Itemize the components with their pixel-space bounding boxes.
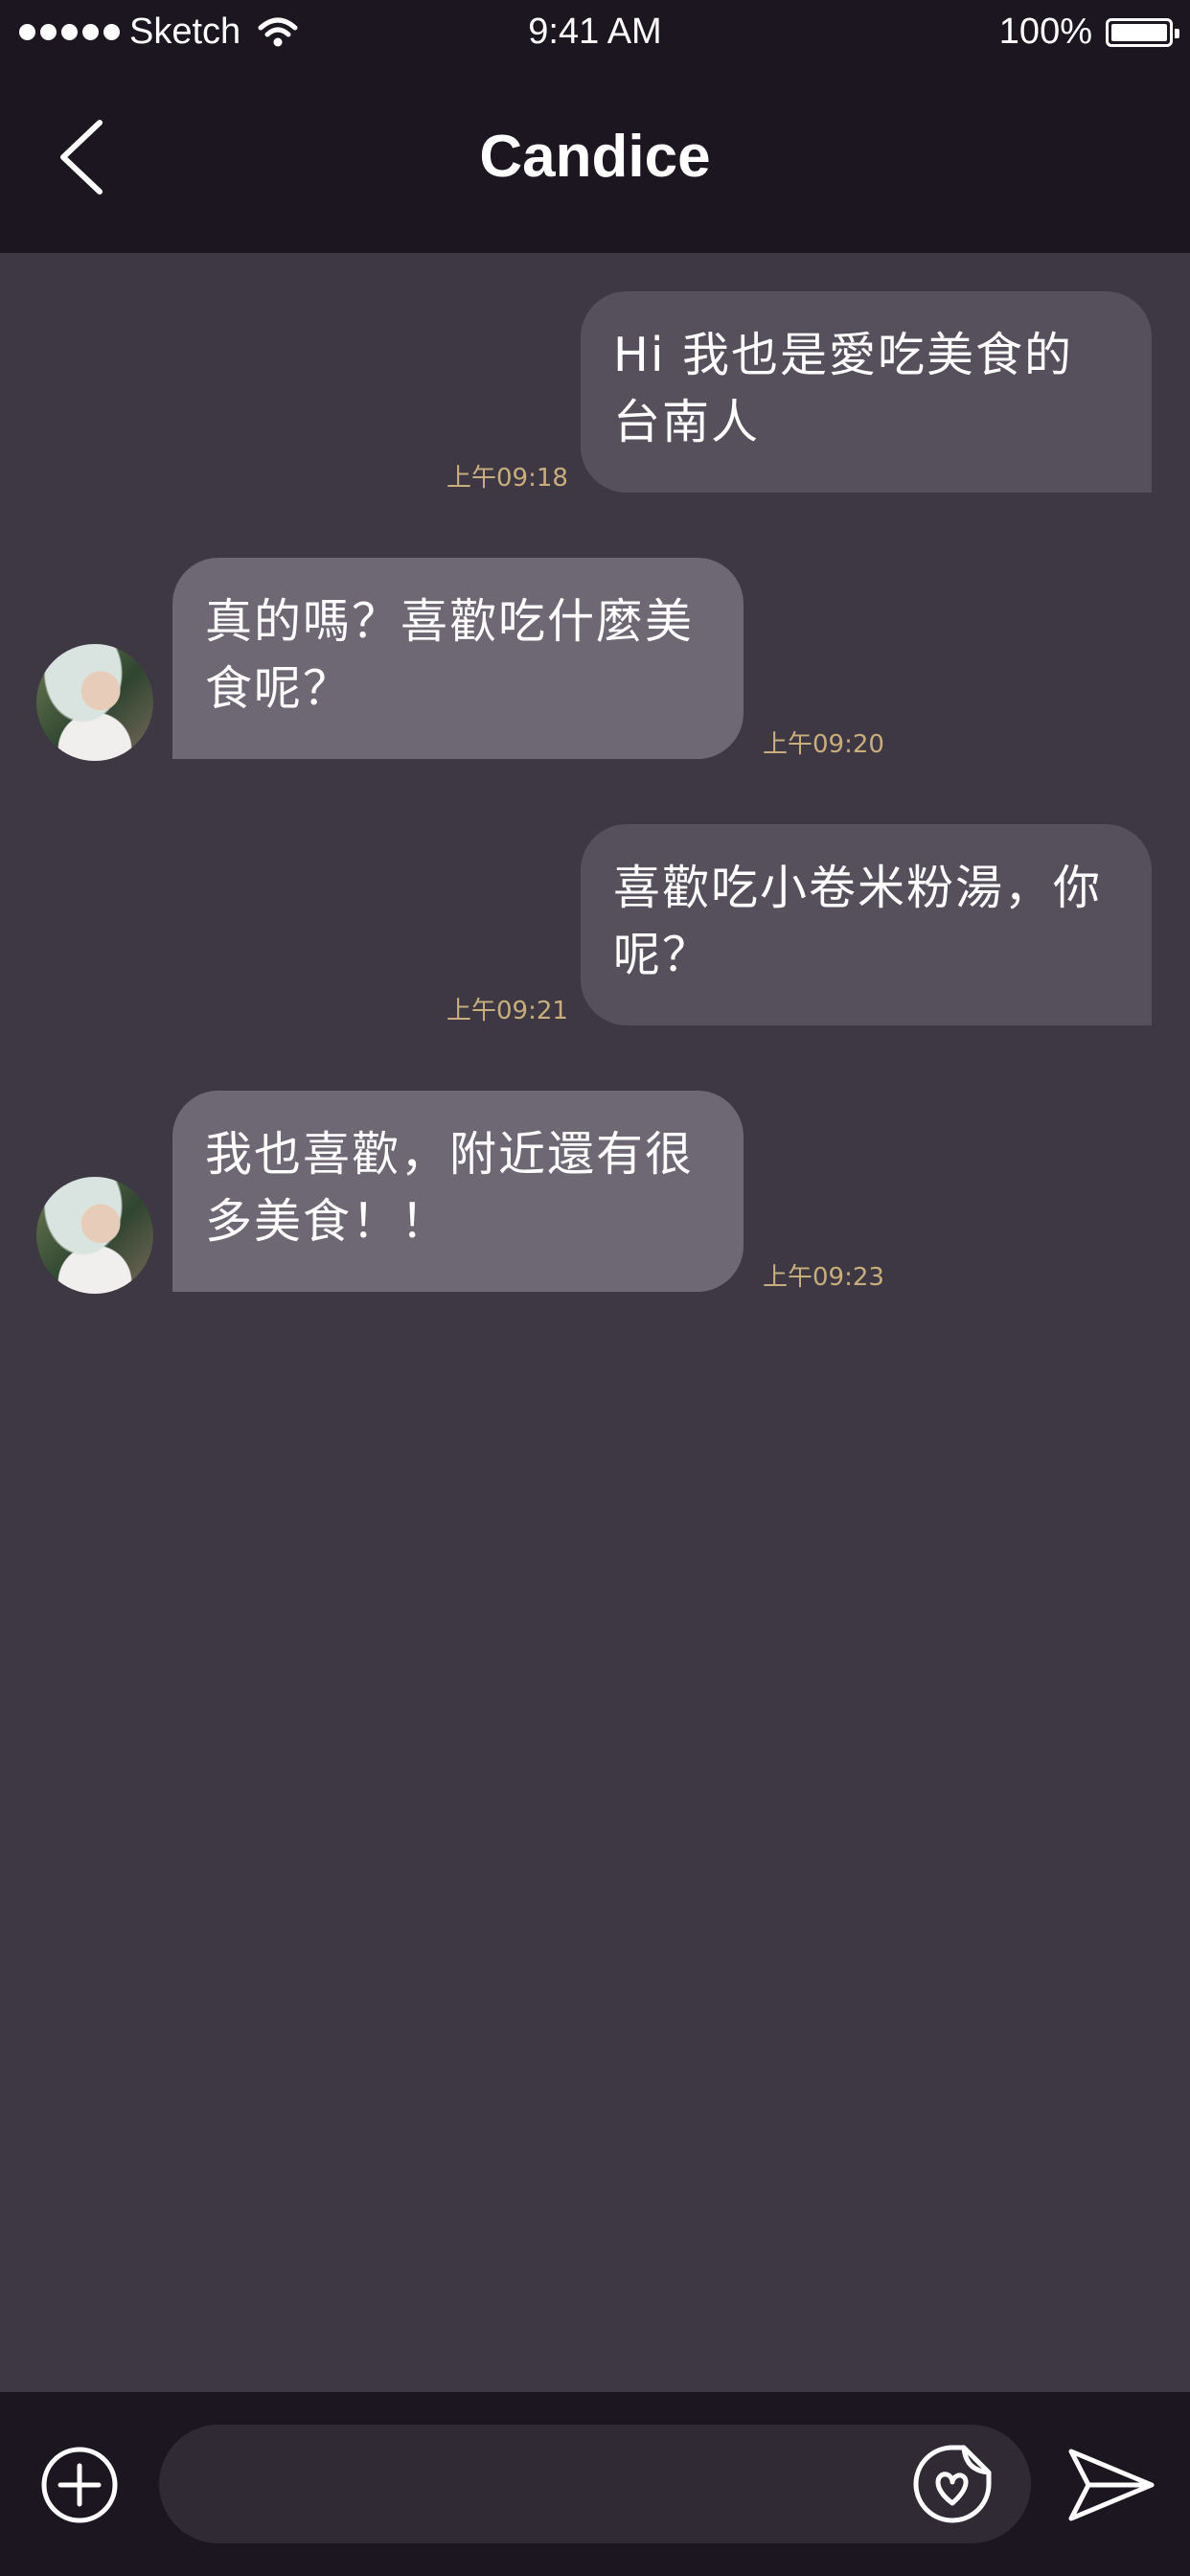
message-composer [0, 2392, 1190, 2576]
message-text: 喜歡吃小卷米粉湯，你呢？ [613, 861, 1103, 982]
message-timestamp: 上午09:20 [763, 730, 884, 759]
message-text: Hi 我也是愛吃美食的台南人 [613, 328, 1074, 449]
message-bubble-sent[interactable]: 喜歡吃小卷米粉湯，你呢？ [581, 824, 1152, 1025]
status-right: 100% [998, 12, 1179, 53]
send-icon[interactable] [1067, 2448, 1156, 2522]
message-timestamp: 上午09:21 [446, 997, 568, 1025]
message-bubble-received[interactable]: 我也喜歡，附近還有很多美食！！ [172, 1091, 744, 1292]
message-text: 我也喜歡，附近還有很多美食！！ [205, 1127, 695, 1249]
message-bubble-sent[interactable]: Hi 我也是愛吃美食的台南人 [581, 291, 1152, 493]
message-input[interactable] [159, 2425, 1031, 2543]
contact-avatar[interactable] [36, 644, 153, 761]
battery-icon [1106, 17, 1179, 47]
status-bar: Sketch 9:41 AM 100% [0, 0, 1190, 63]
contact-avatar[interactable] [36, 1177, 153, 1294]
plus-circle-icon[interactable] [40, 2446, 119, 2524]
chat-header: Candice [0, 63, 1190, 253]
sticker-icon[interactable] [912, 2444, 993, 2524]
message-bubble-received[interactable]: 真的嗎？喜歡吃什麼美食呢？ [172, 558, 744, 759]
battery-percentage: 100% [998, 12, 1092, 52]
message-timestamp: 上午09:18 [446, 464, 568, 493]
message-text: 真的嗎？喜歡吃什麼美食呢？ [205, 594, 695, 716]
chat-title: Candice [479, 124, 711, 190]
message-timestamp: 上午09:23 [763, 1263, 884, 1292]
